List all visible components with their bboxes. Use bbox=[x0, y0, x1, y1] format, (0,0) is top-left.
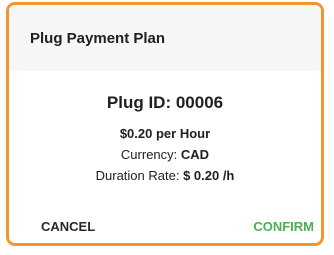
dialog-actions: CANCEL CONFIRM bbox=[9, 219, 321, 237]
currency-label: Currency: bbox=[120, 147, 181, 162]
dialog-header: Plug Payment Plan bbox=[9, 5, 321, 71]
plug-id: Plug ID: 00006 bbox=[106, 93, 224, 112]
confirm-button[interactable]: CONFIRM bbox=[253, 219, 314, 235]
cancel-button[interactable]: CANCEL bbox=[41, 219, 95, 235]
rate-per-hour: $0.20 per Hour bbox=[119, 126, 211, 141]
duration-rate-label: Duration Rate: bbox=[95, 168, 184, 183]
duration-rate-line: Duration Rate: $ 0.20 /h bbox=[9, 168, 321, 184]
dialog-title: Plug Payment Plan bbox=[30, 29, 166, 47]
payment-plan-dialog: Plug Payment Plan Plug ID: 00006 $0.20 p… bbox=[6, 2, 324, 246]
currency-value: CAD bbox=[180, 147, 210, 162]
currency-line: Currency: CAD bbox=[9, 147, 321, 163]
duration-rate-value: $ 0.20 /h bbox=[183, 168, 235, 183]
dialog-body: Plug ID: 00006 $0.20 per Hour Currency: … bbox=[9, 93, 321, 184]
